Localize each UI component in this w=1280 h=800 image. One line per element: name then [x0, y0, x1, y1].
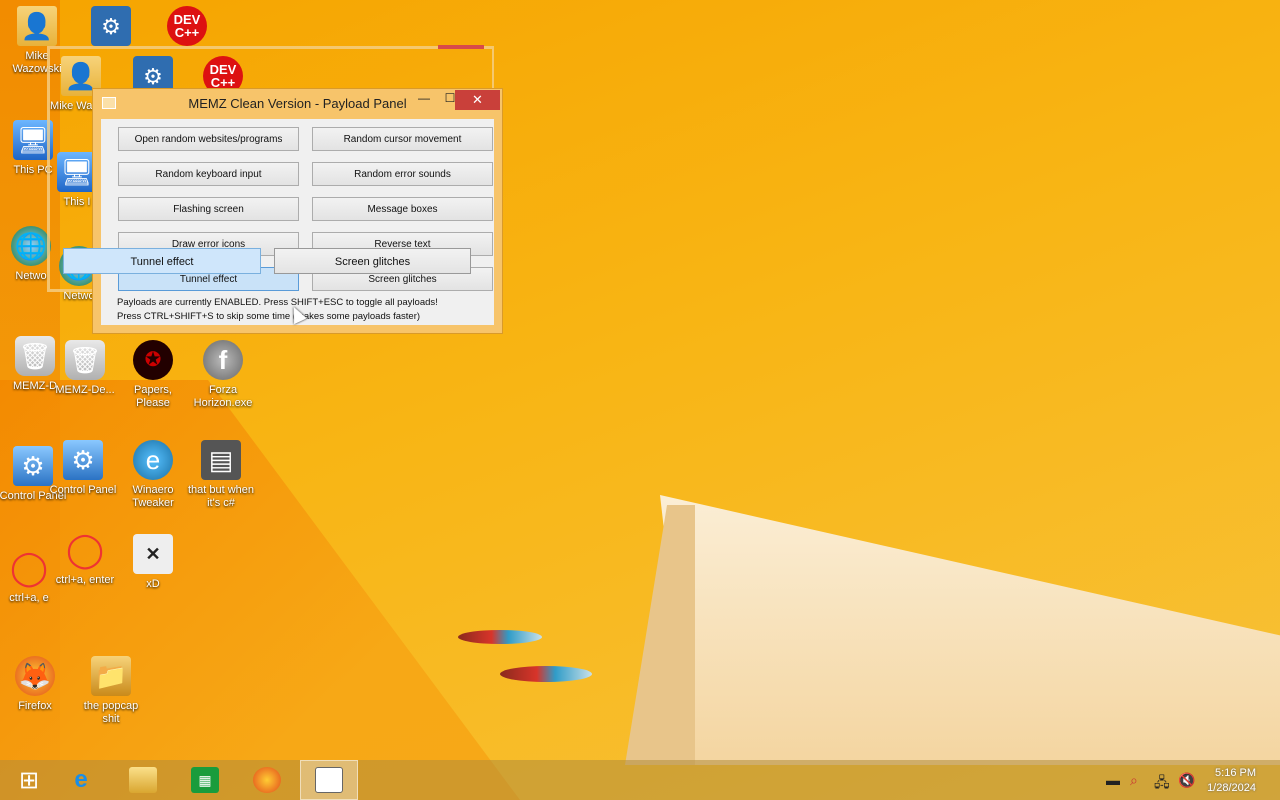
- clock[interactable]: 5:16 PM 1/28/2024: [1207, 766, 1256, 796]
- desktop-icon-ctrl-a-2[interactable]: ◯ ctrl+a, enter: [48, 530, 122, 587]
- title-bar[interactable]: MEMZ Clean Version - Payload Panel — ☐ ✕: [93, 89, 502, 117]
- taskbar-firefox[interactable]: [238, 760, 296, 800]
- desktop-icon-label: Forza Horizon.exe: [193, 384, 253, 409]
- papers-please-icon: ✪: [133, 340, 173, 380]
- clock-time: 5:16 PM: [1215, 767, 1256, 779]
- desktop-icon-label: that but when it's c#: [187, 484, 255, 509]
- desktop-icon-label: ctrl+a, enter: [55, 574, 115, 586]
- desktop-icon-popcap[interactable]: 📁 the popcap shit: [74, 656, 148, 726]
- winaero-icon: e: [133, 440, 173, 480]
- status-line-2: Press CTRL+SHIFT+S to skip some time (ma…: [117, 311, 421, 322]
- hxd-icon: ✕: [133, 534, 173, 574]
- ring-icon: ◯: [9, 548, 49, 587]
- tray-search-icon[interactable]: ⌕: [1130, 772, 1138, 789]
- taskbar-file-explorer[interactable]: [114, 760, 172, 800]
- desktop-icon-label: ctrl+a, e: [9, 592, 49, 604]
- firefox-icon: 🦊: [15, 656, 55, 696]
- folder-icon: 📁: [91, 656, 131, 696]
- wallpaper-light-shape: [660, 495, 1280, 765]
- taskbar: ⊞ e ▦ ▬ ⌕ 🖧 🔇 5:16 PM 1/28/2024: [0, 760, 1280, 800]
- random-cursor-movement-button[interactable]: Random cursor movement: [312, 127, 493, 151]
- glitch-tunnel-effect-button[interactable]: Tunnel effect: [63, 248, 261, 274]
- fish-image: [458, 630, 542, 644]
- window-icon: [315, 767, 343, 793]
- random-keyboard-input-button[interactable]: Random keyboard input: [118, 162, 299, 186]
- recycle-bin-icon: 🗑: [65, 340, 105, 380]
- glitch-screen-glitches-button[interactable]: Screen glitches: [274, 248, 471, 274]
- wallpaper-light-edge: [625, 505, 695, 765]
- desktop-icon-label: xD: [146, 578, 160, 590]
- desktop-icon-that-but[interactable]: ▤ that but when it's c#: [184, 440, 258, 510]
- desktop-icon-settings[interactable]: ⚙: [74, 6, 148, 50]
- shortcut-icon: ▤: [201, 440, 241, 480]
- desktop-icon-hxd[interactable]: ✕ xD: [116, 534, 190, 591]
- desktop-icon-label: MEMZ-De...: [55, 384, 115, 396]
- desktop-icon-papers-please[interactable]: ✪ Papers, Please: [116, 340, 190, 410]
- volume-muted-icon[interactable]: 🔇: [1178, 772, 1195, 789]
- desktop-icon-winaero[interactable]: e Winaero Tweaker: [116, 440, 190, 510]
- status-line-1: Payloads are currently ENABLED. Press SH…: [117, 297, 438, 308]
- desktop-icon-label: Winaero Tweaker: [132, 484, 174, 509]
- taskbar-internet-explorer[interactable]: e: [52, 760, 110, 800]
- clock-date: 1/28/2024: [1207, 782, 1256, 794]
- desktop-icon-label: Firefox: [18, 700, 52, 712]
- internet-explorer-icon: e: [74, 766, 88, 793]
- desktop-icon-label: Control Panel: [49, 484, 117, 496]
- flashing-screen-button[interactable]: Flashing screen: [118, 197, 299, 221]
- fish-image: [500, 666, 592, 682]
- folder-icon: 👤: [17, 6, 57, 46]
- taskbar-memz-window[interactable]: [300, 760, 358, 800]
- folder-icon: [129, 767, 157, 793]
- start-button[interactable]: ⊞: [0, 760, 58, 800]
- tray-overflow-icon[interactable]: ▬: [1106, 772, 1120, 788]
- taskbar-store[interactable]: ▦: [176, 760, 234, 800]
- open-random-websites-button[interactable]: Open random websites/programs: [118, 127, 299, 151]
- flash-icon: f: [203, 340, 243, 380]
- desktop-icon-label: Papers, Please: [134, 384, 172, 409]
- desktop-icon-label: the popcap shit: [83, 700, 139, 725]
- desktop-icon-firefox[interactable]: 🦊 Firefox: [0, 656, 72, 713]
- window-client-area: Open random websites/programs Random cur…: [101, 119, 494, 325]
- store-icon: ▦: [191, 767, 219, 793]
- desktop-icon-control-panel-2[interactable]: ⚙ Control Panel: [46, 440, 120, 497]
- minimize-button[interactable]: —: [411, 91, 437, 111]
- network-icon[interactable]: 🖧: [1154, 772, 1170, 796]
- desktop-icon-forza[interactable]: f Forza Horizon.exe: [186, 340, 260, 410]
- control-panel-icon: ⚙: [63, 440, 103, 480]
- settings-icon: ⚙: [91, 6, 131, 46]
- close-button[interactable]: ✕: [455, 90, 500, 110]
- windows-logo-icon: ⊞: [18, 766, 40, 794]
- desktop-icon-memz-2[interactable]: 🗑 MEMZ-De...: [48, 340, 122, 397]
- ring-icon: ◯: [65, 530, 105, 569]
- firefox-icon: [253, 767, 281, 793]
- message-boxes-button[interactable]: Message boxes: [312, 197, 493, 221]
- payload-panel-window: MEMZ Clean Version - Payload Panel — ☐ ✕…: [92, 88, 503, 334]
- devcpp-icon: DEV C++: [167, 6, 207, 46]
- random-error-sounds-button[interactable]: Random error sounds: [312, 162, 493, 186]
- desktop-icon-devcpp[interactable]: DEV C++: [150, 6, 224, 50]
- ghost-close-button: [438, 45, 484, 49]
